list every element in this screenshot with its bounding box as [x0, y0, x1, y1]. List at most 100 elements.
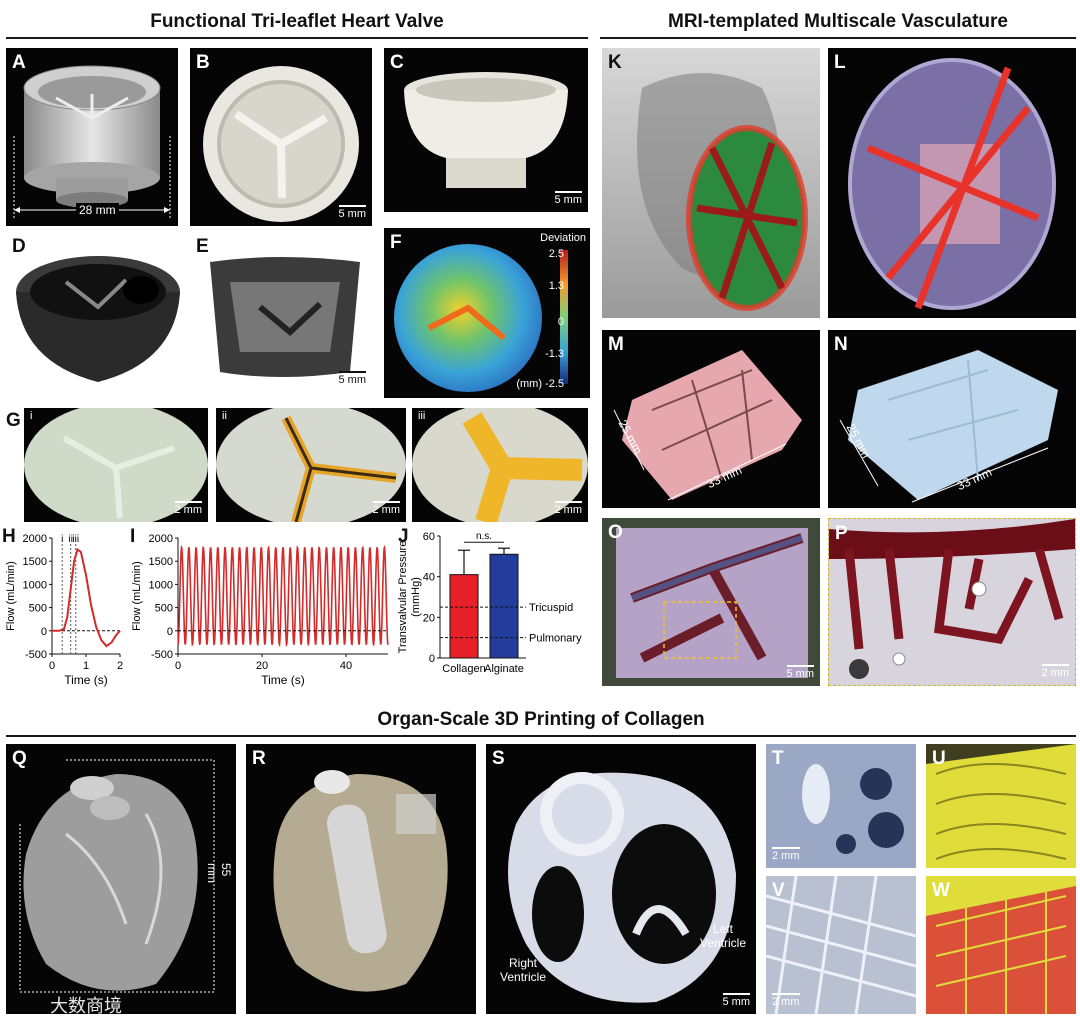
colorbar-tick: 1.3 [548, 280, 564, 292]
panel-label-f: F [390, 232, 402, 253]
panel-p: P 2 mm [828, 518, 1076, 686]
panel-label-m: M [608, 334, 624, 355]
panel-label-n: N [834, 334, 848, 355]
y-axis-label: Flow (mL/min) [5, 561, 17, 631]
panel-g-iii: iii 2 mm [412, 408, 588, 522]
panel-label-w: W [932, 880, 950, 901]
panel-label-g: G [6, 410, 21, 431]
panel-label-o: O [608, 522, 623, 543]
panel-k: K [602, 48, 820, 318]
toolpath-u [926, 744, 1076, 868]
vascular-network-render [848, 58, 1056, 310]
panel-sublabel-g-i: i [30, 410, 33, 422]
reference-label: Tricuspid [529, 602, 573, 614]
chart-j-pressure-bars: 60 40 20 0 CollagenAlginate Tricuspid Pulmonar… [397, 531, 582, 675]
section-rule-valve [6, 37, 588, 39]
scale-bar-s: 5 mm [723, 993, 751, 1008]
panel-c: C 5 mm [384, 48, 588, 212]
x-tick-label: 20 [256, 660, 268, 672]
section-title-vasc: MRI-templated Multiscale Vasculature [668, 11, 1008, 32]
colorbar-tick: 2.5 [548, 248, 564, 260]
panel-r: R [246, 744, 476, 1014]
panel-label-h: H [2, 526, 16, 547]
scale-bar-o: 5 mm [787, 665, 815, 680]
panel-label-e: E [196, 236, 209, 257]
scale-bar-g-i: 2 mm [175, 501, 203, 516]
panel-label-r: R [252, 748, 266, 769]
y-tick-label: 2000 [149, 533, 173, 545]
valve-photo-side [404, 72, 568, 188]
panel-label-k: K [608, 52, 622, 73]
panel-a: A 28 mm [6, 48, 178, 226]
mri-heart-vasculature-render [637, 73, 808, 311]
phase-marker-label: iii [72, 534, 79, 545]
colorbar-tick: 0 [557, 316, 564, 328]
flow-line [177, 544, 389, 648]
panel-label-t: T [772, 748, 784, 769]
panel-label-q: Q [12, 748, 27, 769]
panel-g-ii: ii 2 mm [216, 408, 406, 522]
panel-o: O 5 mm [602, 518, 820, 686]
annotation-left-ventricle: Left Ventricle [700, 922, 747, 950]
panel-label-v: V [772, 880, 785, 901]
panel-l: L [828, 48, 1076, 318]
panel-w: W [926, 876, 1076, 1014]
scale-bar-p: 2 mm [1042, 664, 1070, 679]
scale-bar-g-ii: 2 mm [373, 501, 401, 516]
panel-d: D [6, 232, 186, 392]
bar [449, 574, 479, 659]
chart-i-flow-cycles: 2000150010005000-5000 20 40Time (s)Flow (m… [131, 533, 389, 687]
scale-bar-c: 5 mm [555, 191, 583, 206]
section-title-valve: Functional Tri-leaflet Heart Valve [150, 11, 444, 32]
scale-bar-t: 2 mm [772, 847, 800, 862]
panel-label-u: U [932, 748, 946, 769]
panel-g-i: i 2 mm [24, 408, 208, 522]
valve-microct-iso [16, 256, 180, 382]
valve-photo-top [203, 66, 359, 222]
panel-s: S Right Ventricle Left Ventricle 5 mm [486, 744, 756, 1014]
panel-t: T 2 mm [766, 744, 916, 868]
scale-bar-g-iii: 2 mm [555, 501, 583, 516]
panel-label-d: D [12, 236, 26, 257]
dimension-a-width: 28 mm [76, 203, 119, 217]
panel-label-c: C [390, 52, 404, 73]
panel-b: B 5 mm [190, 48, 372, 226]
y-axis-label-unit: (mmHg) [410, 577, 422, 617]
category-label: Alginate [484, 663, 524, 675]
panel-m: M 25 mm 33 mm [602, 330, 820, 508]
x-tick-label: 40 [340, 660, 352, 672]
reference-label: Pulmonary [529, 633, 582, 645]
section-rule-organ [6, 735, 1076, 737]
section-title-organ: Organ-Scale 3D Printing of Collagen [377, 709, 705, 730]
panel-label-p: P [835, 523, 848, 544]
y-tick-label: 1000 [149, 579, 173, 591]
y-tick-label: -500 [151, 649, 173, 661]
y-tick-label: 0 [429, 653, 435, 665]
panel-v: V 2 mm [766, 876, 916, 1014]
significance-label: n.s. [476, 531, 492, 542]
y-tick-label: 1000 [23, 579, 47, 591]
category-label: Collagen [442, 663, 485, 675]
y-axis-label: Flow (mL/min) [131, 561, 143, 631]
y-axis-label: Transvalvular Pressure [397, 541, 409, 654]
panel-u: U [926, 744, 1076, 868]
x-tick-label: 1 [83, 660, 89, 672]
scale-bar-b: 5 mm [339, 205, 367, 220]
valve-microct-section [210, 257, 360, 377]
x-tick-label: 2 [117, 660, 123, 672]
x-tick-label: 0 [175, 660, 181, 672]
panel-e: E 5 mm [190, 232, 372, 392]
valve-cad-render [13, 65, 171, 218]
panel-sublabel-g-ii: ii [222, 410, 227, 422]
phase-marker-label: i [61, 534, 63, 545]
x-axis-label: Time (s) [64, 673, 108, 687]
perfused-capillary-closeup [829, 519, 1075, 679]
y-tick-label: 60 [423, 531, 435, 543]
panel-q: Q 55 mm [6, 744, 236, 1014]
y-tick-label: -500 [25, 649, 47, 661]
panel-sublabel-g-iii: iii [418, 410, 426, 422]
y-tick-label: 20 [423, 612, 435, 624]
panel-label-l: L [834, 52, 846, 73]
chart-h-flow-single: 2000150010005000-5000 1 2i ii iiiTime (s)Flo… [5, 533, 123, 687]
y-tick-label: 0 [167, 626, 173, 638]
